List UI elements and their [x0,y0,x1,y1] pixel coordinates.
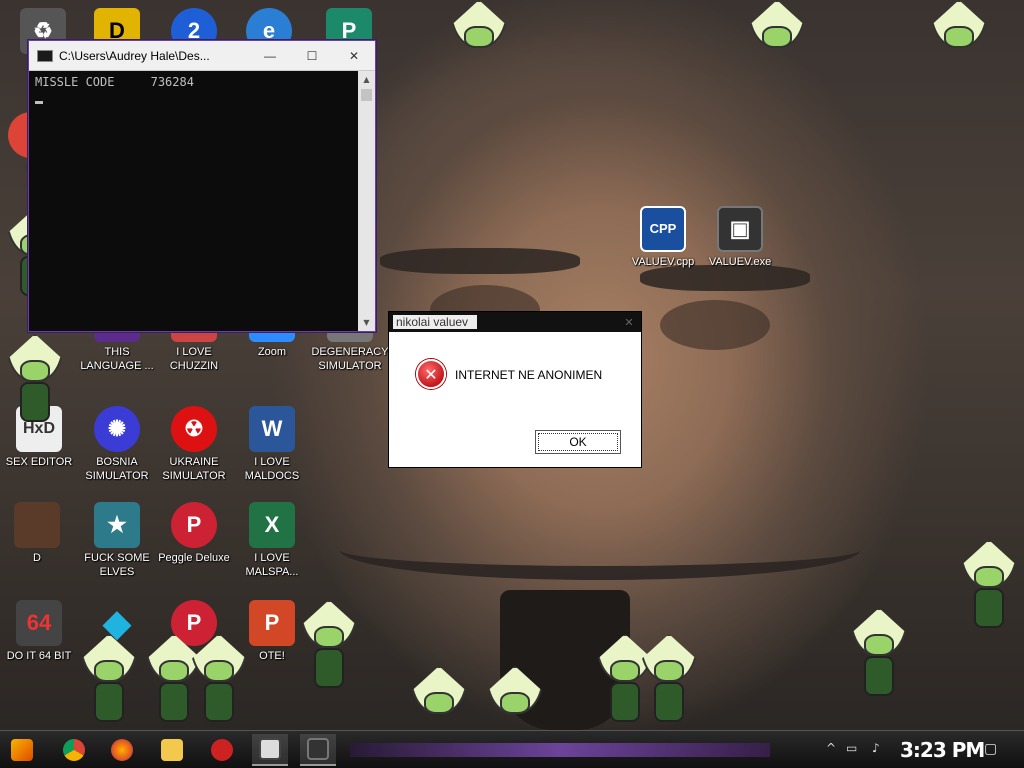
console-icon [259,738,281,760]
peridot-sticker [960,540,1018,630]
icon-label: I LOVE CHUZZIN [169,346,219,372]
maximize-button[interactable]: ☐ [291,41,333,71]
console-icon [37,49,53,62]
error-dialog[interactable]: nikolai valuev ✕ ✕ INTERNET NE ANONIMEN … [388,311,642,468]
dialog-message: INTERNET NE ANONIMEN [455,368,603,382]
i-love-maldocs-icon[interactable]: W I LOVE MALDOCS [233,406,311,483]
wallpaper-eye-right [660,300,770,350]
icon-label: VALUEV.cpp [631,256,695,268]
peridot-sticker [6,334,64,424]
64-glyph: 64 [16,600,62,646]
elves-glyph: ★ [94,502,140,548]
icon-label: BOSNIA SIMULATOR [85,456,149,482]
peridot-sticker [190,634,248,724]
wallpaper-mustache [340,520,860,580]
folder-icon [161,739,183,761]
icon-label: THIS LANGUAGE ... [80,346,154,372]
ok-button[interactable]: OK [535,430,621,454]
peridot-sticker [450,0,508,90]
valuev-cpp-icon[interactable]: CPP VALUEV.cpp [624,206,702,269]
console-output[interactable]: MISSLE CODE 736284 [29,71,358,331]
fuck-some-elves-icon[interactable]: ★ FUCK SOME ELVES [78,502,156,579]
taskbar-explorer[interactable] [154,734,190,766]
portrait-glyph [14,502,60,548]
scroll-down-arrow-icon[interactable]: ▼ [358,314,375,331]
taskbar-valuev[interactable] [300,734,336,766]
devcpp-icon [211,739,233,761]
do-it-64-bit-icon[interactable]: 64 DO IT 64 BIT [0,600,78,663]
close-button[interactable]: ✕ [333,41,375,71]
console-line: MISSLE CODE 736284 [35,75,352,89]
taskbar-decoration [350,743,770,757]
clock[interactable]: 3:23 PM [900,738,985,762]
peridot-sticker [486,666,544,730]
bosnia-simulator-icon[interactable]: ✺ BOSNIA SIMULATOR [78,406,156,483]
firefox-icon [111,739,133,761]
text-cursor [35,101,43,104]
notifications-icon[interactable]: ▢ [984,741,997,757]
console-title: C:\Users\Audrey Hale\Des... [59,48,210,63]
peridot-sticker [80,634,138,724]
missile-code-label: MISSLE CODE [35,75,115,89]
dialog-title: nikolai valuev [393,315,477,329]
icon-label: VALUEV.exe [708,256,772,268]
taskbar-console[interactable] [252,734,288,766]
exe-window-icon: ▣ [717,206,763,252]
icon-label: I LOVE MALSPA... [245,552,299,578]
scroll-up-arrow-icon[interactable]: ▲ [358,71,375,88]
icon-label: DEGENERACY SIMULATOR [311,346,389,372]
scroll-thumb[interactable] [361,89,372,101]
peggle-glyph: P [171,502,217,548]
dialog-titlebar[interactable]: nikolai valuev ✕ [389,312,641,332]
icon-label: SEX EDITOR [5,456,73,468]
cpp-file-icon: CPP [640,206,686,252]
icon-label: Peggle Deluxe [158,552,230,564]
taskbar-devcpp[interactable] [204,734,240,766]
console-window[interactable]: C:\Users\Audrey Hale\Des... — ☐ ✕ MISSLE… [28,40,376,332]
error-icon: ✕ [416,359,446,389]
taskbar-firefox[interactable] [104,734,140,766]
peridot-sticker [748,0,806,90]
volume-icon[interactable]: ♪ [872,741,880,755]
peridot-sticker [850,608,908,698]
ukraine-simulator-icon[interactable]: ☢ UKRAINE SIMULATOR [155,406,233,483]
console-titlebar[interactable]: C:\Users\Audrey Hale\Des... — ☐ ✕ [29,41,375,71]
start-button[interactable] [4,734,40,766]
word-icon: W [249,406,295,452]
chevron-up-icon[interactable]: ^ [826,741,836,755]
bosnia-glyph: ✺ [94,406,140,452]
ppt-glyph: P [249,600,295,646]
icon-label: I LOVE MALDOCS [244,456,300,482]
chrome-icon [63,739,85,761]
icon-label: DO IT 64 BIT [6,650,72,662]
peridot-sticker [930,0,988,90]
peridot-sticker [300,600,358,690]
d-portrait-icon[interactable]: D [0,502,76,565]
taskbar: ^ ▭ ♪ 3:23 PM ▢ [0,730,1024,768]
console-scrollbar[interactable]: ▲ ▼ [358,71,375,331]
valuev-exe-icon[interactable]: ▣ VALUEV.exe [701,206,779,269]
icon-label: UKRAINE SIMULATOR [162,456,226,482]
wallpaper-brow-left [380,248,580,274]
start-icon [11,739,33,761]
peridot-sticker [640,634,698,724]
peggle-deluxe-icon[interactable]: P Peggle Deluxe [155,502,233,565]
i-love-malspa-icon[interactable]: X I LOVE MALSPA... [233,502,311,579]
icon-label: Zoom [257,346,287,358]
network-icon[interactable]: ▭ [846,741,857,755]
exe-window-icon [307,738,329,760]
taskbar-chrome[interactable] [56,734,92,766]
peridot-sticker [410,666,468,730]
icon-label: FUCK SOME ELVES [84,552,150,578]
missile-code-value: 736284 [150,75,194,89]
dialog-close-button[interactable]: ✕ [617,316,641,329]
radiation-icon: ☢ [171,406,217,452]
minimize-button[interactable]: — [249,41,291,71]
excel-icon: X [249,502,295,548]
icon-label: D [33,552,41,564]
